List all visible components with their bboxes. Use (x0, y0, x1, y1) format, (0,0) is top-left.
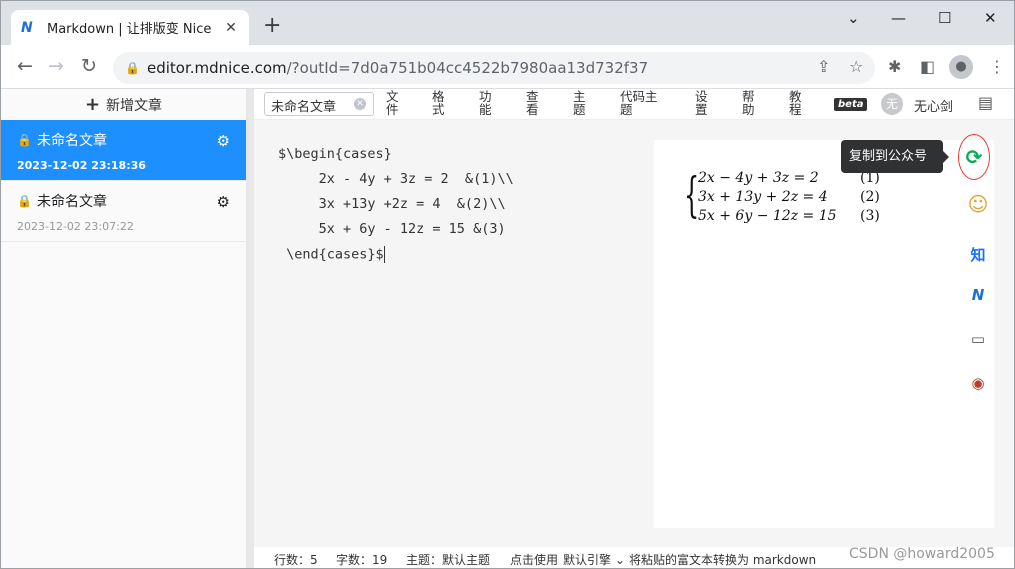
url-path: /?outId=7d0a751b04cc4522b7980aa13d732f37 (286, 59, 649, 77)
browser-toolbar: ← → ↻ 🔒 editor.mdnice.com /?outId=7d0a75… (1, 45, 1014, 89)
new-tab-button[interactable]: + (263, 15, 281, 37)
browser-window: N Markdown | 让排版变 Nice ✕ + ⌄ — ☐ ✕ ← → ↻… (0, 0, 1015, 569)
wechat-icon: ⟳ (965, 145, 983, 169)
forward-button[interactable]: → (48, 56, 64, 76)
menu-code-theme[interactable]: 代码主题 (620, 90, 658, 116)
monitor-icon[interactable]: ▭ (963, 330, 993, 348)
address-bar[interactable]: 🔒 editor.mdnice.com /?outId=7d0a751b04cc… (113, 52, 875, 84)
chevron-down-icon[interactable]: ⌄ (847, 9, 860, 27)
document-icon[interactable]: ▤ (978, 93, 993, 112)
engine-select[interactable]: 默认引擎 ⌄ (563, 551, 625, 568)
share-icon[interactable]: ⇪ (817, 57, 830, 76)
equation-row: 5x + 6y − 12z = 15 (3) (698, 208, 880, 224)
article-item[interactable]: 🔒 未命名文章 2023-12-02 23:18:36 ⚙ (1, 120, 246, 181)
sidebar-splitter[interactable] (247, 89, 254, 568)
article-date: 2023-12-02 23:07:22 (17, 220, 134, 233)
reload-button[interactable]: ↻ (81, 56, 97, 76)
equation-row: 2x − 4y + 3z = 2 (1) (698, 170, 880, 186)
code-line: 2x - 4y + 3z = 2 &(1)\\ (278, 171, 514, 187)
equation-row: 3x + 13y + 2z = 4 (2) (698, 189, 880, 205)
article-item[interactable]: 🔒 未命名文章 2023-12-02 23:07:22 ⚙ (1, 181, 246, 242)
tab-title: Markdown | 让排版变 Nice (47, 22, 212, 37)
menu-theme[interactable]: 主题 (573, 90, 586, 116)
copy-to-juejin-icon[interactable]: ☺ (963, 192, 993, 216)
code-line: $\begin{cases} (278, 146, 392, 162)
menu-settings[interactable]: 设置 (695, 90, 708, 116)
minimize-button[interactable]: — (891, 9, 906, 27)
url-host: editor.mdnice.com (147, 59, 287, 77)
line-count: 行数：5 (274, 553, 318, 567)
mdnice-n-icon[interactable]: N (963, 286, 993, 304)
gear-icon[interactable]: ⚙ (217, 132, 230, 150)
code-line: \end{cases}$ (278, 246, 385, 263)
lock-doc-icon: 🔒 (17, 133, 32, 147)
rocket-icon[interactable]: ◉ (963, 374, 993, 392)
code-line: 5x + 6y - 12z = 15 &(3) (278, 221, 506, 237)
lock-doc-icon: 🔒 (17, 194, 32, 208)
maximize-button[interactable]: ☐ (938, 9, 951, 27)
watermark: CSDN @howard2005 (849, 546, 995, 562)
article-sidebar: + 新增文章 🔒 未命名文章 2023-12-02 23:18:36 ⚙ 🔒 未… (1, 89, 247, 568)
menu-format[interactable]: 格式 (432, 90, 445, 116)
close-icon[interactable]: ✕ (223, 20, 239, 36)
code-line: 3x +13y +2z = 4 &(2)\\ (278, 196, 506, 212)
menu-bar: 未命名文章 ✕ 文件 格式 功能 查看 主题 代码主题 设置 帮助 教程 bet… (254, 89, 1014, 120)
window-close-button[interactable]: ✕ (984, 9, 997, 27)
article-date: 2023-12-02 23:18:36 (17, 159, 146, 172)
bookmark-star-icon[interactable]: ☆ (849, 57, 863, 76)
plus-icon: + (84, 94, 101, 115)
theme-label: 主题：默认主题 (406, 553, 491, 567)
copy-to-zhihu-button[interactable]: 知 (963, 244, 993, 265)
menu-view[interactable]: 查看 (526, 90, 539, 116)
more-menu-icon[interactable]: ⋮ (989, 57, 1005, 76)
new-article-button[interactable]: + 新增文章 (1, 89, 246, 120)
menu-help[interactable]: 帮助 (742, 90, 755, 116)
lock-icon: 🔒 (125, 61, 140, 75)
extensions-icon[interactable]: ✱ (888, 57, 901, 76)
beta-badge[interactable]: beta (834, 98, 868, 111)
username[interactable]: 无心剑 (914, 96, 953, 115)
side-toolbar: ⟳ ☺ 知 N ▭ ◉ (941, 120, 1014, 547)
text-cursor (383, 246, 385, 263)
convert-paste-toggle[interactable]: 将粘贴的富文本转换为 markdown (629, 551, 816, 568)
menu-tutorial[interactable]: 教程 (789, 90, 802, 116)
left-brace: { (684, 167, 700, 223)
chevron-down-icon: ⌄ (611, 553, 625, 567)
gear-icon[interactable]: ⚙ (217, 193, 230, 211)
click-use-label: 点击使用 (510, 553, 559, 567)
clear-icon[interactable]: ✕ (354, 98, 366, 110)
side-panel-icon[interactable]: ◧ (920, 57, 935, 76)
browser-tab[interactable]: N Markdown | 让排版变 Nice ✕ (11, 10, 249, 45)
menu-function[interactable]: 功能 (479, 90, 492, 116)
article-name: 未命名文章 (36, 133, 107, 149)
menu-file[interactable]: 文件 (386, 90, 399, 116)
back-button[interactable]: ← (17, 56, 33, 76)
new-article-label: 新增文章 (106, 97, 163, 114)
mdnice-app: + 新增文章 🔒 未命名文章 2023-12-02 23:18:36 ⚙ 🔒 未… (1, 89, 1014, 568)
copy-to-wechat-button[interactable]: ⟳ (958, 134, 990, 180)
article-name: 未命名文章 (36, 194, 107, 210)
copy-tooltip: 复制到公众号 (841, 140, 949, 173)
profile-avatar-icon[interactable]: ● (949, 55, 973, 79)
user-avatar[interactable]: 无 (881, 93, 903, 115)
markdown-editor[interactable]: $\begin{cases} 2x - 4y + 3z = 2 &(1)\\ 3… (254, 120, 634, 547)
mdnice-logo-icon: N (21, 19, 33, 36)
char-count: 字数：19 (336, 553, 388, 567)
tab-strip: N Markdown | 让排版变 Nice ✕ + ⌄ — ☐ ✕ (1, 1, 1014, 45)
